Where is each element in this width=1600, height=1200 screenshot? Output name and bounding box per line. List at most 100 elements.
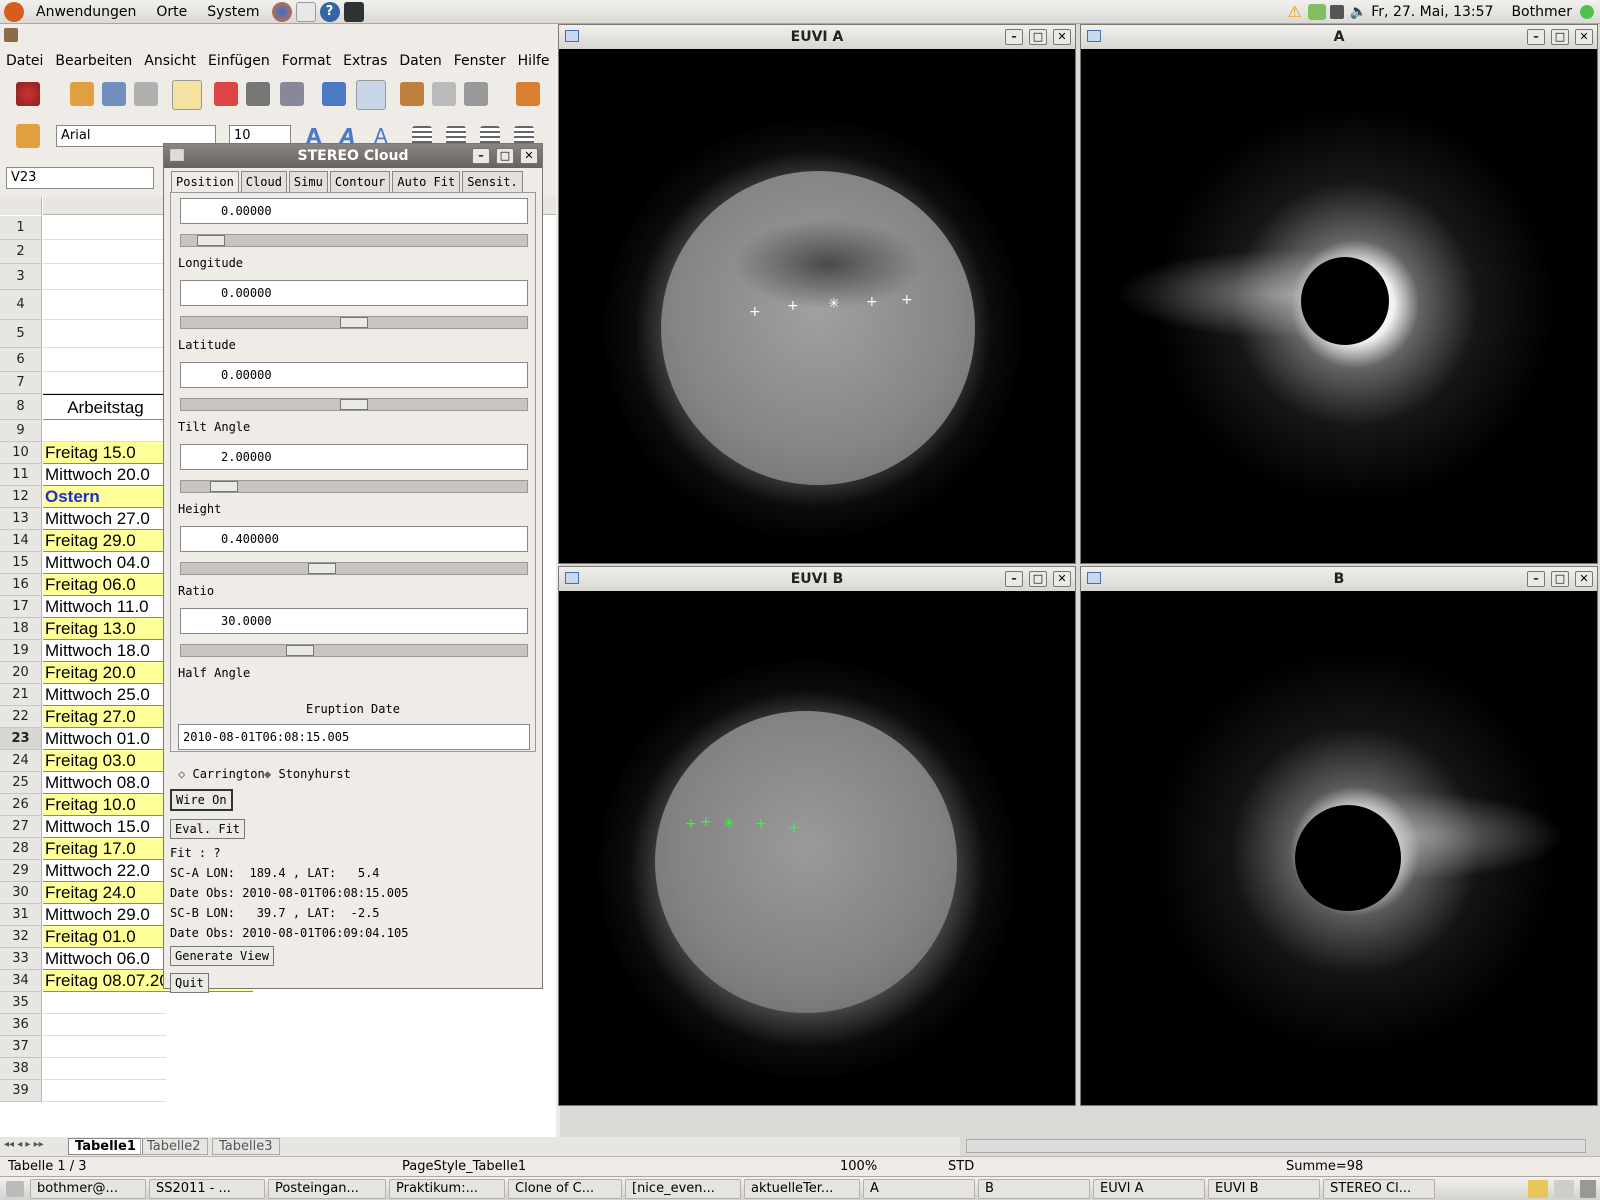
cell-a[interactable]: Freitag 01.0 bbox=[43, 926, 166, 948]
status-mode[interactable]: STD bbox=[948, 1159, 974, 1174]
row-header[interactable]: 13 bbox=[0, 508, 42, 530]
maximize-icon[interactable]: □ bbox=[1551, 571, 1569, 587]
computer-icon[interactable] bbox=[1329, 4, 1344, 19]
row-header[interactable]: 25 bbox=[0, 772, 42, 794]
cell-a[interactable]: Mittwoch 22.0 bbox=[43, 860, 166, 882]
radio-stonyhurst[interactable]: ◆ Stonyhurst bbox=[264, 767, 351, 781]
row-header[interactable]: 5 bbox=[0, 320, 42, 348]
cell-a[interactable]: Freitag 17.0 bbox=[43, 838, 166, 860]
param-slider[interactable] bbox=[180, 316, 528, 329]
cell-a[interactable]: Mittwoch 18.0 bbox=[43, 640, 166, 662]
close-icon[interactable]: ✕ bbox=[1053, 571, 1071, 587]
minimize-icon[interactable]: – bbox=[1527, 29, 1545, 45]
param-input[interactable]: 30.0000 bbox=[180, 608, 528, 634]
row-header[interactable]: 1 bbox=[0, 216, 42, 240]
cell-reference-box[interactable]: V23 bbox=[6, 167, 154, 189]
taskbar-item[interactable]: EUVI B bbox=[1208, 1178, 1320, 1199]
row-header[interactable]: 11 bbox=[0, 464, 42, 486]
tab-position[interactable]: Position bbox=[171, 171, 239, 192]
taskbar-item[interactable]: Clone of C... bbox=[508, 1178, 622, 1199]
param-slider[interactable] bbox=[180, 234, 528, 247]
row-header[interactable]: 4 bbox=[0, 290, 42, 320]
row-header[interactable]: 31 bbox=[0, 904, 42, 926]
row-header[interactable]: 10 bbox=[0, 442, 42, 464]
param-slider[interactable] bbox=[180, 480, 528, 493]
cell-a[interactable]: Mittwoch 27.0 bbox=[43, 508, 166, 530]
cell-a[interactable] bbox=[43, 1014, 166, 1036]
euvi-b-image[interactable]: + + ✳ + + bbox=[563, 591, 1071, 1101]
row-header[interactable]: 12 bbox=[0, 486, 42, 508]
row-header[interactable]: 17 bbox=[0, 596, 42, 618]
styles-icon[interactable] bbox=[16, 124, 40, 148]
cut-icon[interactable] bbox=[400, 82, 424, 106]
menu-extras[interactable]: Extras bbox=[337, 53, 393, 69]
cell-a[interactable]: Freitag 13.0 bbox=[43, 618, 166, 640]
menu-daten[interactable]: Daten bbox=[393, 53, 447, 69]
euvi-a-title[interactable]: EUVI A bbox=[559, 25, 1075, 49]
tab-auto-fit[interactable]: Auto Fit bbox=[392, 171, 461, 192]
close-icon[interactable]: ✕ bbox=[1053, 29, 1071, 45]
slider-thumb[interactable] bbox=[210, 481, 238, 492]
row-header[interactable]: 16 bbox=[0, 574, 42, 596]
b-title[interactable]: B bbox=[1081, 567, 1597, 591]
tab-contour[interactable]: Contour bbox=[329, 171, 391, 192]
email-icon[interactable] bbox=[134, 82, 158, 106]
mail-icon[interactable] bbox=[295, 1, 316, 22]
row-header[interactable]: 22 bbox=[0, 706, 42, 728]
row-header[interactable]: 28 bbox=[0, 838, 42, 860]
row-header[interactable]: 8 bbox=[0, 394, 42, 420]
cell-a[interactable]: Freitag 03.0 bbox=[43, 750, 166, 772]
tab-cloud[interactable]: Cloud bbox=[240, 171, 287, 192]
spellcheck-icon[interactable] bbox=[322, 82, 346, 106]
help-icon[interactable]: ? bbox=[319, 1, 340, 22]
window-icon[interactable] bbox=[565, 572, 579, 584]
menu-system[interactable]: System bbox=[197, 0, 269, 24]
row-header[interactable]: 34 bbox=[0, 970, 42, 992]
cell-a[interactable]: Freitag 06.0 bbox=[43, 574, 166, 596]
workspace-2-icon[interactable] bbox=[1554, 1179, 1574, 1198]
eruption-date-input[interactable]: 2010-08-01T06:08:15.005 bbox=[178, 724, 530, 750]
row-header[interactable]: 33 bbox=[0, 948, 42, 970]
menu-places[interactable]: Orte bbox=[146, 0, 197, 24]
menu-format[interactable]: Format bbox=[276, 53, 337, 69]
menu-applications[interactable]: Anwendungen bbox=[26, 0, 146, 24]
menu-fenster[interactable]: Fenster bbox=[448, 53, 512, 69]
param-input[interactable]: 0.400000 bbox=[180, 526, 528, 552]
cell-a[interactable] bbox=[43, 1080, 166, 1102]
maximize-icon[interactable]: □ bbox=[496, 148, 514, 164]
param-slider[interactable] bbox=[180, 562, 528, 575]
cell-a[interactable]: Freitag 29.0 bbox=[43, 530, 166, 552]
maximize-icon[interactable]: □ bbox=[1551, 29, 1569, 45]
print-icon[interactable] bbox=[246, 82, 270, 106]
row-header[interactable]: 30 bbox=[0, 882, 42, 904]
taskbar-item[interactable]: Praktikum:... bbox=[389, 1178, 505, 1199]
menu-ansicht[interactable]: Ansicht bbox=[138, 53, 202, 69]
status-zoom[interactable]: 100% bbox=[840, 1159, 877, 1174]
cell-a[interactable]: Mittwoch 01.0 bbox=[43, 728, 166, 750]
a-title[interactable]: A bbox=[1081, 25, 1597, 49]
slider-thumb[interactable] bbox=[340, 317, 368, 328]
close-icon[interactable]: ✕ bbox=[520, 148, 538, 164]
window-icon[interactable] bbox=[565, 30, 579, 42]
row-header[interactable]: 21 bbox=[0, 684, 42, 706]
cell-a[interactable] bbox=[43, 320, 166, 348]
volume-icon[interactable]: 🔈 bbox=[1350, 4, 1367, 20]
cell-a[interactable]: Freitag 27.0 bbox=[43, 706, 166, 728]
menu-datei[interactable]: Datei bbox=[0, 53, 49, 69]
menu-bearbeiten[interactable]: Bearbeiten bbox=[49, 53, 138, 69]
taskbar-item[interactable]: STEREO Cl... bbox=[1323, 1178, 1435, 1199]
euvi-b-title[interactable]: EUVI B bbox=[559, 567, 1075, 591]
slider-thumb[interactable] bbox=[340, 399, 368, 410]
close-icon[interactable]: ✕ bbox=[1575, 571, 1593, 587]
window-icon[interactable] bbox=[1087, 30, 1101, 42]
maximize-icon[interactable]: □ bbox=[1029, 571, 1047, 587]
minimize-icon[interactable]: – bbox=[1005, 29, 1023, 45]
window-icon[interactable] bbox=[1087, 572, 1101, 584]
taskbar-item[interactable]: [nice_even... bbox=[625, 1178, 741, 1199]
cell-a[interactable] bbox=[43, 420, 166, 442]
param-input[interactable]: 0.00000 bbox=[180, 198, 528, 224]
cell-a[interactable]: Mittwoch 20.0 bbox=[43, 464, 166, 486]
taskbar-item[interactable]: A bbox=[863, 1178, 975, 1199]
minimize-icon[interactable]: – bbox=[472, 148, 490, 164]
cell-a[interactable]: Mittwoch 15.0 bbox=[43, 816, 166, 838]
